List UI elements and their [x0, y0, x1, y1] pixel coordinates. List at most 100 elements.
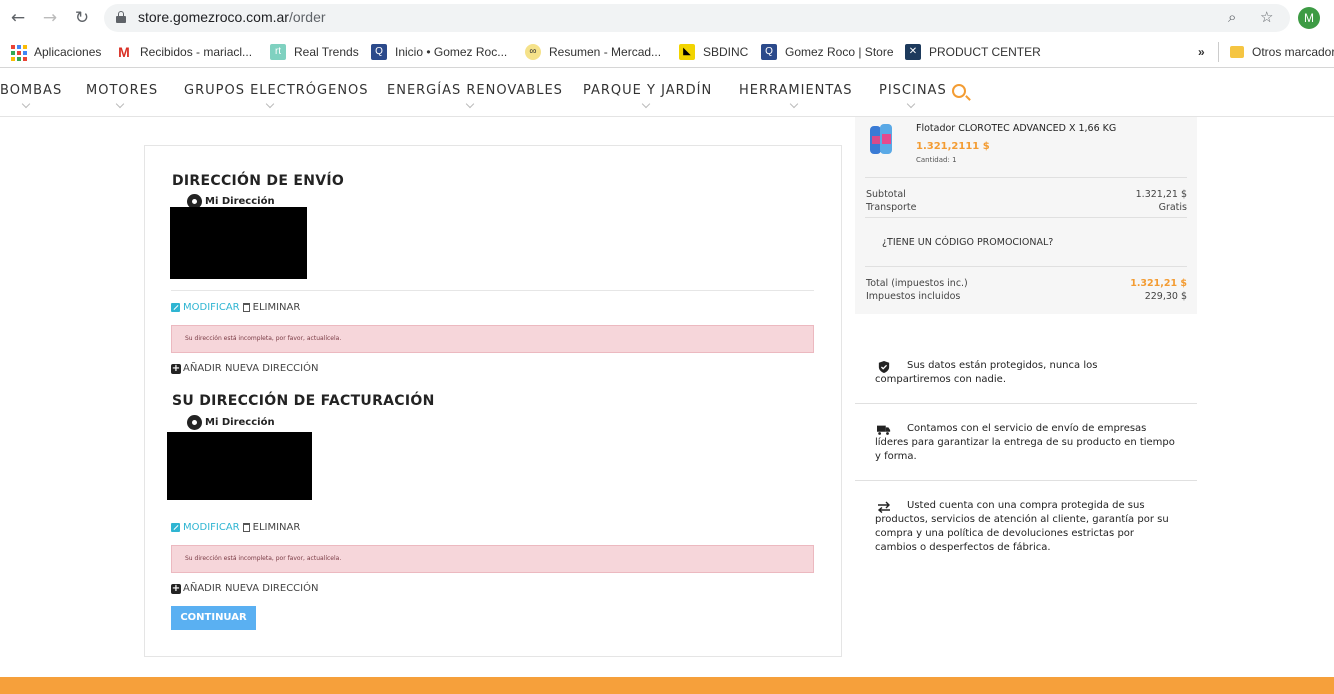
edit-icon[interactable]	[171, 523, 180, 532]
bookmark-gmail[interactable]: M Recibidos - mariacl...	[116, 42, 252, 62]
search-icon[interactable]	[952, 84, 966, 98]
nav-item-motores[interactable]: MOTORES	[86, 83, 158, 98]
bookmark-apps[interactable]: Aplicaciones	[10, 42, 101, 62]
bookmark-productcenter[interactable]: ✕ PRODUCT CENTER	[905, 42, 1041, 62]
site-nav: BOMBAS MOTORES GRUPOS ELECTRÓGENOS ENERG…	[0, 69, 1334, 117]
trash-icon[interactable]	[242, 303, 250, 312]
bookmark-realtrends[interactable]: rt Real Trends	[270, 42, 359, 62]
edit-icon[interactable]	[171, 303, 180, 312]
add-billing-address-link[interactable]: + AÑADIR NUEVA DIRECCIÓN	[171, 583, 318, 594]
nav-item-energias-renovables[interactable]: ENERGÍAS RENOVABLES	[387, 83, 563, 98]
promo-code-link[interactable]: ¿TIENE UN CÓDIGO PROMOCIONAL?	[882, 237, 1053, 248]
shipping-cost-label: Transporte	[866, 202, 917, 213]
chevron-down-icon	[115, 99, 125, 109]
nav-item-herramientas[interactable]: HERRAMIENTAS	[739, 83, 853, 98]
divider	[865, 217, 1187, 218]
shipping-title: DIRECCIÓN DE ENVÍO	[172, 173, 345, 189]
address-incomplete-alert: Su dirección está incompleta, por favor,…	[171, 325, 814, 353]
nav-item-piscinas[interactable]: PISCINAS	[879, 83, 947, 98]
plus-icon: +	[171, 582, 181, 594]
subtotal-value: 1.321,21 $	[1135, 189, 1187, 200]
productcenter-icon: ✕	[905, 44, 921, 60]
footer-bar	[0, 677, 1334, 694]
shipping-address-actions: MODIFICAR ELIMINAR	[171, 302, 300, 313]
reassurance-protected-purchase: Usted cuenta con una compra protegida de…	[855, 499, 1197, 559]
total-value: 1.321,21 $	[1130, 278, 1187, 289]
product-price: 1.321,2111 $	[916, 141, 990, 152]
chevron-down-icon	[641, 99, 651, 109]
bookmark-mercado[interactable]: ∞ Resumen - Mercad...	[525, 42, 661, 62]
chevron-down-icon	[21, 99, 31, 109]
apps-grid-icon	[10, 44, 27, 61]
billing-address-option[interactable]: Mi Dirección	[187, 415, 275, 430]
chevron-down-icon	[265, 99, 275, 109]
bookmark-label: Recibidos - mariacl...	[140, 45, 253, 59]
reassurance-data-protection: Sus datos están protegidos, nunca los co…	[855, 359, 1197, 399]
trash-icon[interactable]	[242, 523, 250, 532]
chevron-down-icon	[789, 99, 799, 109]
redacted-address	[170, 207, 307, 279]
product-thumbnail[interactable]	[868, 122, 896, 158]
bookmark-gomezroco-inicio[interactable]: Q Inicio • Gomez Roc...	[371, 42, 507, 62]
more-bookmarks-button[interactable]: »	[1198, 42, 1205, 62]
folder-icon	[1230, 46, 1244, 58]
delete-address-link[interactable]: ELIMINAR	[253, 522, 301, 533]
radio-selected-icon[interactable]	[187, 415, 202, 430]
divider	[865, 177, 1187, 178]
url-text: store.gomezroco.com.ar/order	[138, 9, 326, 25]
add-shipping-address-link[interactable]: + AÑADIR NUEVA DIRECCIÓN	[171, 363, 318, 374]
reassurance-text: Contamos con el servicio de envío de emp…	[875, 423, 1175, 462]
shipping-cost-value: Gratis	[1158, 202, 1187, 213]
gomezroco-icon: Q	[761, 44, 777, 60]
bookmark-label: Otros marcador	[1252, 45, 1334, 59]
taxes-label: Impuestos incluidos	[866, 291, 961, 302]
reassurance-shipping: Contamos con el servicio de envío de emp…	[855, 422, 1197, 472]
forward-arrow-icon[interactable]: →	[40, 8, 60, 28]
bookmarks-bar: Aplicaciones M Recibidos - mariacl... rt…	[0, 36, 1334, 68]
continue-button[interactable]: CONTINUAR	[171, 606, 256, 630]
nav-item-parque-jardin[interactable]: PARQUE Y JARDÍN	[583, 83, 712, 98]
product-quantity: Cantidad: 1	[916, 156, 957, 164]
total-label: Total (impuestos inc.)	[866, 278, 968, 289]
taxes-value: 229,30 $	[1144, 291, 1187, 302]
browser-toolbar: ← → ↻ store.gomezroco.com.ar/order ⌕ ☆ M	[0, 0, 1334, 36]
gomezroco-icon: Q	[371, 44, 387, 60]
bookmark-label: Gomez Roco | Store	[785, 45, 894, 59]
bookmark-sbdinc[interactable]: ◣ SBDINC	[679, 42, 748, 62]
star-icon[interactable]: ☆	[1260, 8, 1273, 26]
chevron-down-icon	[906, 99, 916, 109]
redacted-address	[167, 432, 312, 500]
edit-address-link[interactable]: MODIFICAR	[183, 522, 240, 533]
address-incomplete-alert: Su dirección está incompleta, por favor,…	[171, 545, 814, 573]
url-host: store.gomezroco.com.ar	[138, 9, 289, 25]
bookmark-separator	[1218, 42, 1219, 62]
bookmark-label: Inicio • Gomez Roc...	[395, 45, 508, 59]
divider	[855, 403, 1197, 404]
mercado-icon: ∞	[525, 44, 541, 60]
chevron-down-icon	[465, 99, 475, 109]
delete-address-link[interactable]: ELIMINAR	[253, 302, 301, 313]
bookmark-label: Real Trends	[294, 45, 359, 59]
lock-icon	[116, 11, 126, 23]
product-name[interactable]: Flotador CLOROTEC ADVANCED X 1,66 KG	[916, 123, 1116, 134]
other-bookmarks-folder[interactable]: Otros marcador	[1230, 42, 1334, 62]
add-address-label: AÑADIR NUEVA DIRECCIÓN	[183, 583, 319, 594]
add-address-label: AÑADIR NUEVA DIRECCIÓN	[183, 363, 319, 374]
gmail-icon: M	[118, 44, 130, 60]
realtrends-icon: rt	[270, 44, 286, 60]
bookmark-label: SBDINC	[703, 45, 749, 59]
nav-item-bombas[interactable]: BOMBAS	[0, 83, 62, 98]
reload-icon[interactable]: ↻	[72, 8, 92, 28]
nav-item-grupos-electrogenos[interactable]: GRUPOS ELECTRÓGENOS	[184, 83, 369, 98]
sbdinc-icon: ◣	[679, 44, 695, 60]
profile-avatar[interactable]: M	[1298, 7, 1320, 29]
edit-address-link[interactable]: MODIFICAR	[183, 302, 240, 313]
zoom-icon[interactable]: ⌕	[1228, 8, 1236, 26]
bookmark-gomezroco-store[interactable]: Q Gomez Roco | Store	[761, 42, 894, 62]
reassurance-text: Sus datos están protegidos, nunca los co…	[875, 360, 1098, 385]
back-arrow-icon[interactable]: ←	[8, 8, 28, 28]
divider	[855, 480, 1197, 481]
billing-address-actions: MODIFICAR ELIMINAR	[171, 522, 300, 533]
address-bar[interactable]: store.gomezroco.com.ar/order ⌕ ☆	[104, 4, 1290, 32]
plus-icon: +	[171, 362, 181, 374]
